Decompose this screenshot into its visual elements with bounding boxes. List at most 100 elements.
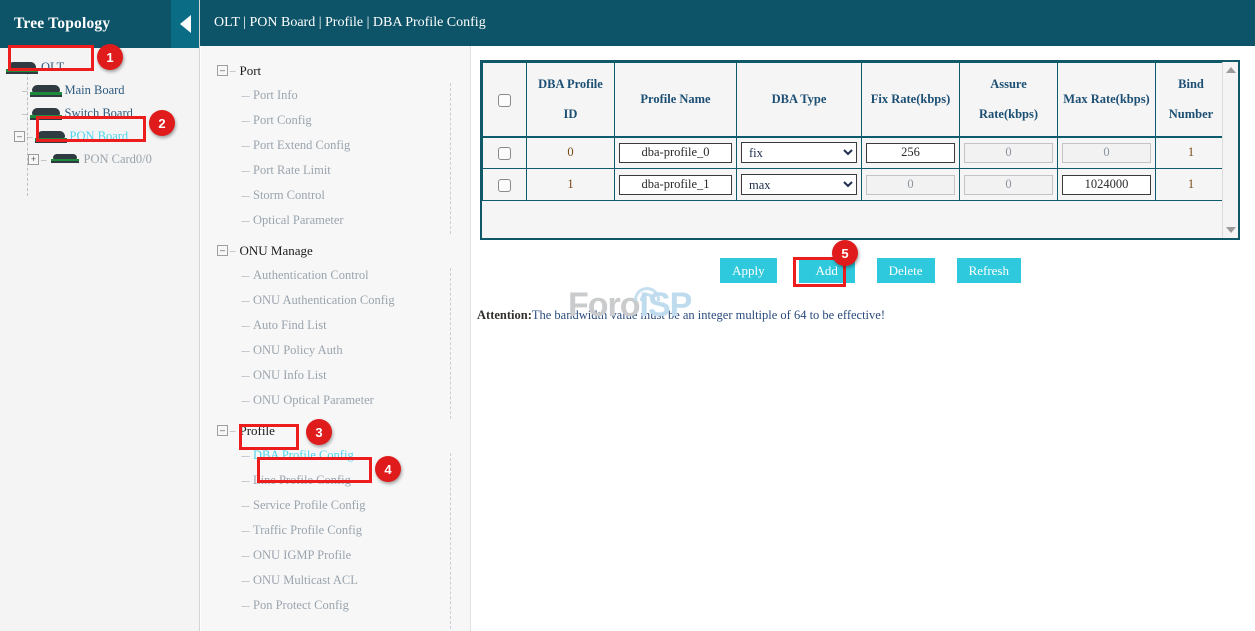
feature-menu: –– Port ---Port Info ---Port Config ---P… [201, 46, 471, 631]
fix-rate-input[interactable] [866, 143, 955, 163]
cell-fix-rate [862, 137, 960, 169]
board-icon [35, 131, 67, 143]
menu-item-port-config[interactable]: ---Port Config [201, 108, 470, 133]
row-checkbox[interactable] [498, 179, 511, 192]
scroll-down-button[interactable] [1223, 222, 1238, 238]
menu-item-storm-control[interactable]: ---Storm Control [201, 183, 470, 208]
annotation-badge-4: 4 [375, 456, 401, 482]
table-row: 0 fix [483, 137, 1227, 169]
dba-profile-table-container: DBA Profile ID Profile Name DBA Type Fix… [480, 60, 1240, 240]
menu-item-service-profile-config[interactable]: ---Service Profile Config [201, 493, 470, 518]
menu-item-line-profile-config[interactable]: ---Line Profile Config [201, 468, 470, 493]
menu-item-label: Port Config [253, 113, 312, 128]
tree-dash: – [27, 131, 33, 143]
topology-tree: OLT – Main Board – Switch Board – – PON … [0, 48, 199, 171]
header-assure-rate: Assure Rate(kbps) [960, 63, 1058, 137]
dba-type-select[interactable]: max [741, 174, 857, 195]
scroll-up-button[interactable] [1223, 62, 1238, 78]
menu-group-profile[interactable]: –– Profile [201, 418, 470, 443]
menu-item-onu-info-list[interactable]: ---ONU Info List [201, 363, 470, 388]
menu-item-authentication-control[interactable]: ---Authentication Control [201, 263, 470, 288]
dba-type-select[interactable]: fix [741, 142, 857, 163]
row-checkbox[interactable] [498, 147, 511, 160]
profile-name-input[interactable] [619, 143, 732, 163]
menu-item-label: Optical Parameter [253, 213, 344, 228]
delete-button[interactable]: Delete [877, 258, 935, 283]
action-button-row: Apply Add Delete Refresh [471, 258, 1241, 283]
row-select-cell [483, 169, 527, 201]
header-dba-type: DBA Type [737, 63, 862, 137]
tree-item-pon-card[interactable]: + – PON Card0/0 [0, 148, 199, 171]
caret-down-icon [1226, 227, 1236, 233]
cell-assure-rate [960, 169, 1058, 201]
menu-item-label: Authentication Control [253, 268, 369, 283]
table-header-row: DBA Profile ID Profile Name DBA Type Fix… [483, 63, 1227, 137]
sidebar-title: Tree Topology [0, 15, 110, 33]
menu-item-onu-multicast-acl[interactable]: ---ONU Multicast ACL [201, 568, 470, 593]
tree-dash: – [22, 85, 28, 97]
cell-assure-rate [960, 137, 1058, 169]
breadcrumb-bar: OLT | PON Board | Profile | DBA Profile … [200, 0, 1255, 46]
menu-item-label: Auto Find List [253, 318, 327, 333]
menu-item-label: ONU Info List [253, 368, 327, 383]
header-bind-number: Bind Number [1156, 63, 1227, 137]
caret-up-icon [1226, 67, 1236, 73]
menu-item-onu-igmp-profile[interactable]: ---ONU IGMP Profile [201, 543, 470, 568]
sidebar-collapse-button[interactable] [171, 0, 199, 48]
tree-expander-expand-icon[interactable]: + [28, 154, 39, 165]
menu-item-port-info[interactable]: ---Port Info [201, 83, 470, 108]
menu-item-label: Port Info [253, 88, 298, 103]
apply-button[interactable]: Apply [720, 258, 777, 283]
collapse-icon[interactable]: – [217, 65, 228, 76]
board-icon [30, 85, 62, 97]
attention-label: Attention: [477, 308, 532, 322]
max-rate-input [1062, 143, 1151, 163]
collapse-icon[interactable]: – [217, 425, 228, 436]
cell-dba-type: max [737, 169, 862, 201]
cell-bind-number: 1 [1156, 137, 1227, 169]
menu-item-label: Traffic Profile Config [253, 523, 362, 538]
header-profile-name: Profile Name [615, 63, 737, 137]
tree-topology-sidebar: Tree Topology OLT – Main Board – Switch … [0, 0, 200, 631]
tree-item-main-board[interactable]: – Main Board [0, 79, 199, 102]
menu-group-onu-manage[interactable]: –– ONU Manage [201, 238, 470, 263]
menu-group-label: Profile [240, 423, 275, 439]
profile-name-input[interactable] [619, 175, 732, 195]
cell-max-rate [1058, 137, 1156, 169]
menu-group-port[interactable]: –– Port [201, 58, 470, 83]
cell-dba-profile-id: 0 [527, 137, 615, 169]
scrollbar-track[interactable] [1223, 78, 1238, 222]
attention-text: The bandwidth value must be an integer m… [532, 308, 885, 322]
main-content: DBA Profile ID Profile Name DBA Type Fix… [471, 46, 1255, 631]
menu-item-traffic-profile-config[interactable]: ---Traffic Profile Config [201, 518, 470, 543]
collapse-icon[interactable]: – [217, 245, 228, 256]
menu-item-dba-profile-config[interactable]: ---DBA Profile Config [201, 443, 470, 468]
menu-item-optical-parameter[interactable]: ---Optical Parameter [201, 208, 470, 233]
tree-item-label: Switch Board [65, 106, 133, 121]
menu-item-port-rate-limit[interactable]: ---Port Rate Limit [201, 158, 470, 183]
menu-item-label: Line Profile Config [253, 473, 351, 488]
cell-bind-number: 1 [1156, 169, 1227, 201]
tree-dash: – [41, 154, 47, 166]
tree-expander-collapse-icon[interactable]: – [14, 131, 25, 142]
menu-item-label: Service Profile Config [253, 498, 365, 513]
header-fix-rate: Fix Rate(kbps) [862, 63, 960, 137]
menu-item-pon-protect-config[interactable]: ---Pon Protect Config [201, 593, 470, 618]
dba-profile-table: DBA Profile ID Profile Name DBA Type Fix… [482, 62, 1227, 201]
annotation-badge-2: 2 [149, 110, 175, 136]
menu-item-port-extend-config[interactable]: ---Port Extend Config [201, 133, 470, 158]
menu-item-auto-find-list[interactable]: ---Auto Find List [201, 313, 470, 338]
table-vertical-scrollbar[interactable] [1222, 62, 1238, 238]
refresh-button[interactable]: Refresh [957, 258, 1021, 283]
breadcrumb: OLT | PON Board | Profile | DBA Profile … [214, 15, 486, 31]
max-rate-input[interactable] [1062, 175, 1151, 195]
select-all-header [483, 63, 527, 137]
menu-item-onu-optical-parameter[interactable]: ---ONU Optical Parameter [201, 388, 470, 413]
tree-item-label: PON Board [70, 129, 129, 144]
sidebar-header: Tree Topology [0, 0, 199, 48]
attention-note: Attention:The bandwidth value must be an… [477, 308, 885, 323]
menu-item-label: ONU Authentication Config [253, 293, 395, 308]
menu-item-onu-policy-auth[interactable]: ---ONU Policy Auth [201, 338, 470, 363]
menu-item-onu-authentication-config[interactable]: ---ONU Authentication Config [201, 288, 470, 313]
select-all-checkbox[interactable] [498, 94, 511, 107]
